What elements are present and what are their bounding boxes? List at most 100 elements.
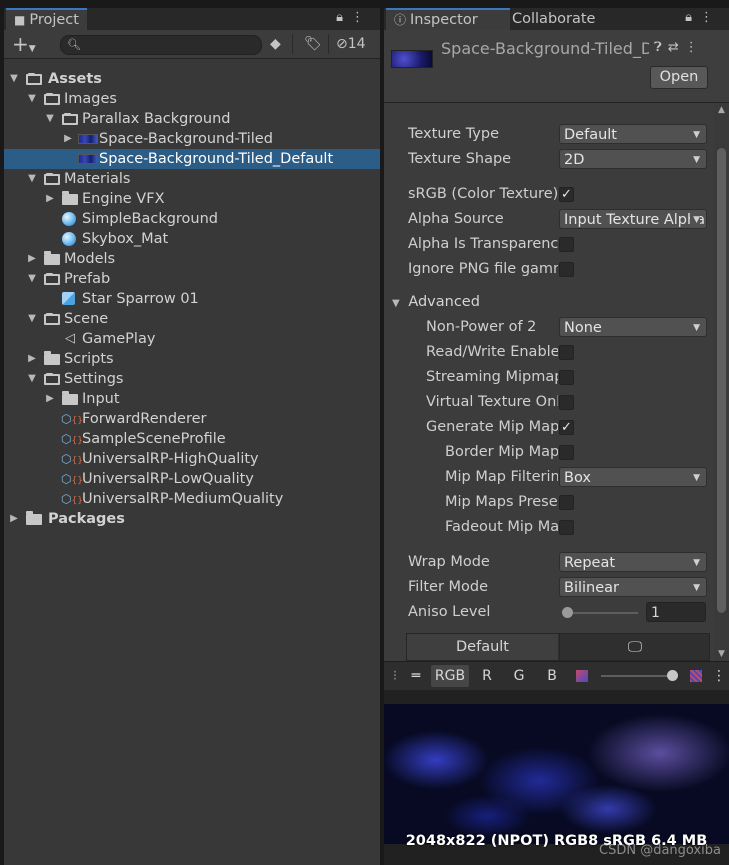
- filter-by-label-button[interactable]: 🏷︎: [304, 34, 322, 54]
- alpha-source-dropdown[interactable]: Input Texture Alpha ▼: [559, 209, 707, 229]
- filter-by-type-button[interactable]: ◆: [270, 34, 281, 54]
- lock-icon[interactable]: 🔒︎: [685, 10, 700, 25]
- channel-rgb-button[interactable]: RGB: [431, 665, 469, 687]
- tree-item-engine-vfx[interactable]: ▶ Engine VFX: [4, 189, 380, 209]
- create-button[interactable]: +▼: [12, 34, 36, 54]
- preview-mip-handle[interactable]: [667, 670, 678, 681]
- tree-item-images[interactable]: ▼ Images: [4, 89, 380, 109]
- tree-item-space-background-tiled-default[interactable]: Space-Background-Tiled_Default: [4, 149, 380, 169]
- expand-arrow-icon[interactable]: ▶: [26, 249, 38, 269]
- more-menu-icon[interactable]: ⋮: [700, 10, 721, 25]
- tree-item-star-sparrow-01[interactable]: Star Sparrow 01: [4, 289, 380, 309]
- channel-r-button[interactable]: R: [474, 665, 500, 687]
- tree-item-urp-lowquality[interactable]: ⬡{} UniversalRP-LowQuality: [4, 469, 380, 489]
- srgb-checkbox[interactable]: ✓: [559, 187, 574, 202]
- expand-arrow-icon[interactable]: ▶: [44, 189, 56, 209]
- scroll-up-icon[interactable]: ▲: [714, 105, 729, 115]
- fadeout-mipmaps-checkbox[interactable]: [559, 520, 574, 535]
- tree-item-models[interactable]: ▶ Models: [4, 249, 380, 269]
- mipmap-preserve-label: Mip Maps Preserve Coverage: [445, 494, 558, 510]
- tab-platform-standalone[interactable]: 🖵︎: [559, 634, 710, 660]
- read-write-checkbox[interactable]: [559, 345, 574, 360]
- expand-arrow-icon[interactable]: ▼: [44, 109, 56, 129]
- mipmap-filtering-dropdown[interactable]: Box ▼: [559, 467, 707, 487]
- expand-arrow-icon[interactable]: ▼: [26, 369, 38, 389]
- expand-arrow-icon[interactable]: ▼: [8, 69, 20, 89]
- more-menu-icon[interactable]: ⋮: [685, 40, 704, 55]
- tree-item-input[interactable]: ▶ Input: [4, 389, 380, 409]
- expand-arrow-icon[interactable]: ▼: [26, 309, 38, 329]
- tree-item-packages[interactable]: ▶ Packages: [4, 509, 380, 529]
- texture-type-dropdown[interactable]: Default ▼: [559, 124, 707, 144]
- expand-arrow-icon[interactable]: ▼: [26, 89, 38, 109]
- chevron-down-icon: ▼: [28, 44, 36, 54]
- tree-item-scene[interactable]: ▼ Scene: [4, 309, 380, 329]
- search-icon: 🔍︎: [67, 38, 81, 51]
- advanced-foldout[interactable]: ▼ Advanced: [392, 292, 480, 312]
- tree-item-assets[interactable]: ▼ Assets: [4, 69, 380, 89]
- mipmap-preserve-checkbox[interactable]: [559, 495, 574, 510]
- lock-icon[interactable]: 🔒︎: [336, 10, 351, 25]
- chevron-down-icon: ▼: [693, 583, 700, 593]
- tree-item-urp-mediumquality[interactable]: ⬡{} UniversalRP-MediumQuality: [4, 489, 380, 509]
- aniso-level-field[interactable]: 1: [646, 602, 706, 622]
- alpha-transparency-checkbox[interactable]: [559, 237, 574, 252]
- expand-arrow-icon[interactable]: ▶: [8, 509, 20, 529]
- tree-item-parallax-background[interactable]: ▼ Parallax Background: [4, 109, 380, 129]
- aniso-slider-handle[interactable]: [562, 607, 573, 618]
- alpha-source-label: Alpha Source: [408, 211, 504, 227]
- tab-collaborate[interactable]: Collaborate: [504, 8, 603, 30]
- filter-mode-dropdown[interactable]: Bilinear ▼: [559, 577, 707, 597]
- streaming-mipmaps-checkbox[interactable]: [559, 370, 574, 385]
- tree-item-forwardrenderer[interactable]: ⬡{} ForwardRenderer: [4, 409, 380, 429]
- expand-arrow-icon[interactable]: ▼: [26, 269, 38, 289]
- tab-project[interactable]: ■ Project: [6, 8, 87, 30]
- more-menu-icon[interactable]: ⋮: [351, 10, 372, 25]
- border-mipmaps-checkbox[interactable]: [559, 445, 574, 460]
- scroll-down-icon[interactable]: ▼: [714, 649, 729, 659]
- virtual-texture-checkbox[interactable]: [559, 395, 574, 410]
- help-icon[interactable]: ❓︎: [654, 40, 668, 55]
- expand-arrow-icon[interactable]: ▶: [62, 129, 74, 149]
- tree-item-label: Parallax Background: [82, 111, 231, 127]
- mip-slider-icon[interactable]: ═: [404, 665, 428, 687]
- tree-item-materials[interactable]: ▼ Materials: [4, 169, 380, 189]
- texture-shape-dropdown[interactable]: 2D ▼: [559, 149, 707, 169]
- aniso-slider-track[interactable]: [564, 612, 638, 614]
- tree-item-space-background-tiled[interactable]: ▶ Space-Background-Tiled: [4, 129, 380, 149]
- tree-item-simplebackground[interactable]: SimpleBackground: [4, 209, 380, 229]
- npot-dropdown[interactable]: None ▼: [559, 317, 707, 337]
- tree-item-settings[interactable]: ▼ Settings: [4, 369, 380, 389]
- tree-item-gameplay[interactable]: ◁ GamePlay: [4, 329, 380, 349]
- tree-item-prefab[interactable]: ▼ Prefab: [4, 269, 380, 289]
- open-button[interactable]: Open: [650, 66, 708, 89]
- preset-icon[interactable]: ⇄: [668, 40, 685, 55]
- tree-item-label: UniversalRP-HighQuality: [82, 451, 259, 467]
- preview-mip-slider[interactable]: [601, 675, 673, 677]
- texture-shape-value: 2D: [564, 152, 585, 168]
- expand-arrow-icon[interactable]: ▼: [26, 169, 38, 189]
- tree-item-samplesceneprofile[interactable]: ⬡{} SampleSceneProfile: [4, 429, 380, 449]
- inspector-scrollbar[interactable]: ▲ ▼: [714, 103, 729, 663]
- tab-inspector[interactable]: ⓘ Inspector: [386, 8, 510, 30]
- expand-arrow-icon[interactable]: ▶: [26, 349, 38, 369]
- ignore-png-gamma-checkbox[interactable]: [559, 262, 574, 277]
- channel-g-button[interactable]: G: [506, 665, 532, 687]
- tree-item-label: Images: [64, 91, 117, 107]
- more-menu-icon[interactable]: ⋮: [712, 665, 726, 687]
- tab-platform-default[interactable]: Default: [407, 634, 558, 660]
- hidden-packages-toggle[interactable]: ⊘14: [336, 34, 366, 54]
- expand-arrow-icon[interactable]: ▶: [44, 389, 56, 409]
- tree-item-skybox-mat[interactable]: Skybox_Mat: [4, 229, 380, 249]
- search-input[interactable]: 🔍︎: [60, 35, 262, 55]
- channel-b-button[interactable]: B: [539, 665, 565, 687]
- tree-item-scripts[interactable]: ▶ Scripts: [4, 349, 380, 369]
- wrap-mode-dropdown[interactable]: Repeat ▼: [559, 552, 707, 572]
- create-label: +: [12, 32, 29, 56]
- scrollbar-thumb[interactable]: [717, 148, 726, 613]
- folder-icon: [26, 511, 42, 525]
- tree-item-urp-highquality[interactable]: ⬡{} UniversalRP-HighQuality: [4, 449, 380, 469]
- resize-handle-icon[interactable]: ⁝: [390, 665, 400, 687]
- generate-mipmaps-checkbox[interactable]: ✓: [559, 420, 574, 435]
- mip-large-icon: [688, 665, 704, 687]
